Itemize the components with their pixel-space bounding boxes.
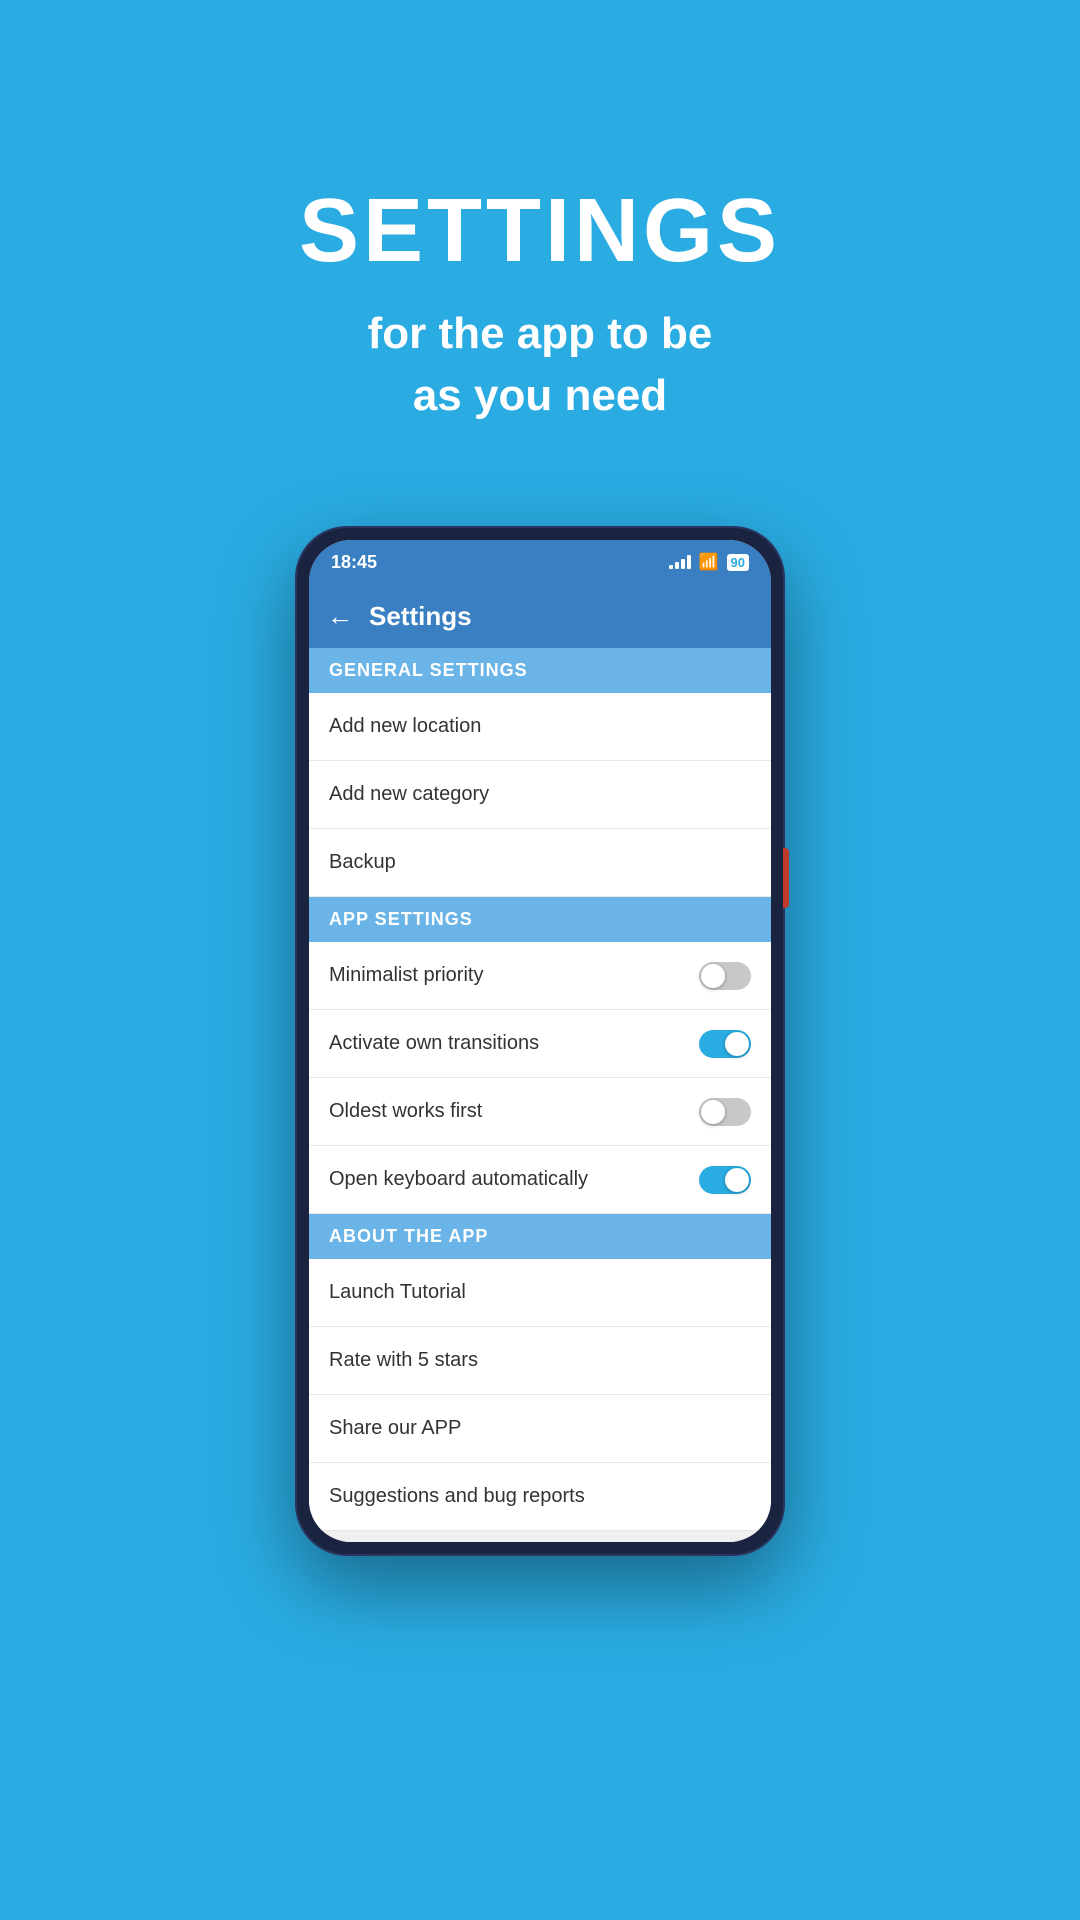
settings-item-add-category[interactable]: Add new category bbox=[309, 761, 771, 829]
toggle-thumb bbox=[701, 1100, 725, 1124]
toggle-oldest-works-first[interactable] bbox=[699, 1098, 751, 1126]
settings-item-oldest-works-first[interactable]: Oldest works first bbox=[309, 1078, 771, 1146]
page-title: SETTINGS bbox=[299, 180, 781, 283]
back-button[interactable]: ← bbox=[327, 601, 353, 632]
phone-screen: 18:45 📶 90 ← Settings bbox=[309, 540, 771, 1542]
section-header-app-label: APP SETTINGS bbox=[329, 909, 473, 929]
header-section: SETTINGS for the app to be as you need bbox=[299, 0, 781, 486]
settings-item-open-keyboard[interactable]: Open keyboard automatically bbox=[309, 1146, 771, 1214]
toggle-activate-transitions[interactable] bbox=[699, 1030, 751, 1058]
section-header-about-label: ABOUT THE APP bbox=[329, 1226, 488, 1246]
settings-item-launch-tutorial[interactable]: Launch Tutorial bbox=[309, 1259, 771, 1327]
status-bar: 18:45 📶 90 bbox=[309, 540, 771, 584]
section-header-general: GENERAL SETTINGS bbox=[309, 648, 771, 693]
settings-item-activate-transitions[interactable]: Activate own transitions bbox=[309, 1010, 771, 1078]
settings-item-share-app-label: Share our APP bbox=[329, 1417, 461, 1440]
settings-item-launch-tutorial-label: Launch Tutorial bbox=[329, 1281, 466, 1304]
section-header-app: APP SETTINGS bbox=[309, 897, 771, 942]
settings-item-open-keyboard-label: Open keyboard automatically bbox=[329, 1168, 588, 1191]
page-subtitle: for the app to be as you need bbox=[368, 303, 713, 426]
settings-item-minimalist-priority[interactable]: Minimalist priority bbox=[309, 942, 771, 1010]
app-bar-title: Settings bbox=[369, 601, 472, 632]
battery-icon: 90 bbox=[727, 554, 749, 571]
status-icons: 📶 90 bbox=[669, 552, 749, 572]
settings-item-rate-stars[interactable]: Rate with 5 stars bbox=[309, 1327, 771, 1395]
phone-mockup: 18:45 📶 90 ← Settings bbox=[295, 526, 785, 1556]
signal-icon bbox=[669, 555, 691, 569]
toggle-open-keyboard[interactable] bbox=[699, 1166, 751, 1194]
settings-item-suggestions[interactable]: Suggestions and bug reports bbox=[309, 1463, 771, 1531]
settings-item-add-location-label: Add new location bbox=[329, 715, 481, 738]
toggle-thumb bbox=[701, 964, 725, 988]
settings-item-oldest-works-first-label: Oldest works first bbox=[329, 1100, 482, 1123]
section-header-general-label: GENERAL SETTINGS bbox=[329, 660, 528, 680]
section-header-about: ABOUT THE APP bbox=[309, 1214, 771, 1259]
toggle-thumb bbox=[725, 1168, 749, 1192]
settings-list: GENERAL SETTINGS Add new location Add ne… bbox=[309, 648, 771, 1542]
toggle-minimalist-priority[interactable] bbox=[699, 962, 751, 990]
settings-item-rate-stars-label: Rate with 5 stars bbox=[329, 1349, 478, 1372]
settings-item-backup[interactable]: Backup bbox=[309, 829, 771, 897]
status-time: 18:45 bbox=[331, 552, 377, 573]
settings-item-minimalist-priority-label: Minimalist priority bbox=[329, 964, 483, 987]
settings-item-add-location[interactable]: Add new location bbox=[309, 693, 771, 761]
settings-item-add-category-label: Add new category bbox=[329, 783, 489, 806]
app-bar: ← Settings bbox=[309, 584, 771, 648]
settings-item-activate-transitions-label: Activate own transitions bbox=[329, 1032, 539, 1055]
settings-item-suggestions-label: Suggestions and bug reports bbox=[329, 1485, 585, 1508]
settings-item-share-app[interactable]: Share our APP bbox=[309, 1395, 771, 1463]
settings-item-backup-label: Backup bbox=[329, 851, 396, 874]
phone-frame: 18:45 📶 90 ← Settings bbox=[295, 526, 785, 1556]
toggle-thumb bbox=[725, 1032, 749, 1056]
wifi-icon: 📶 bbox=[699, 552, 719, 572]
